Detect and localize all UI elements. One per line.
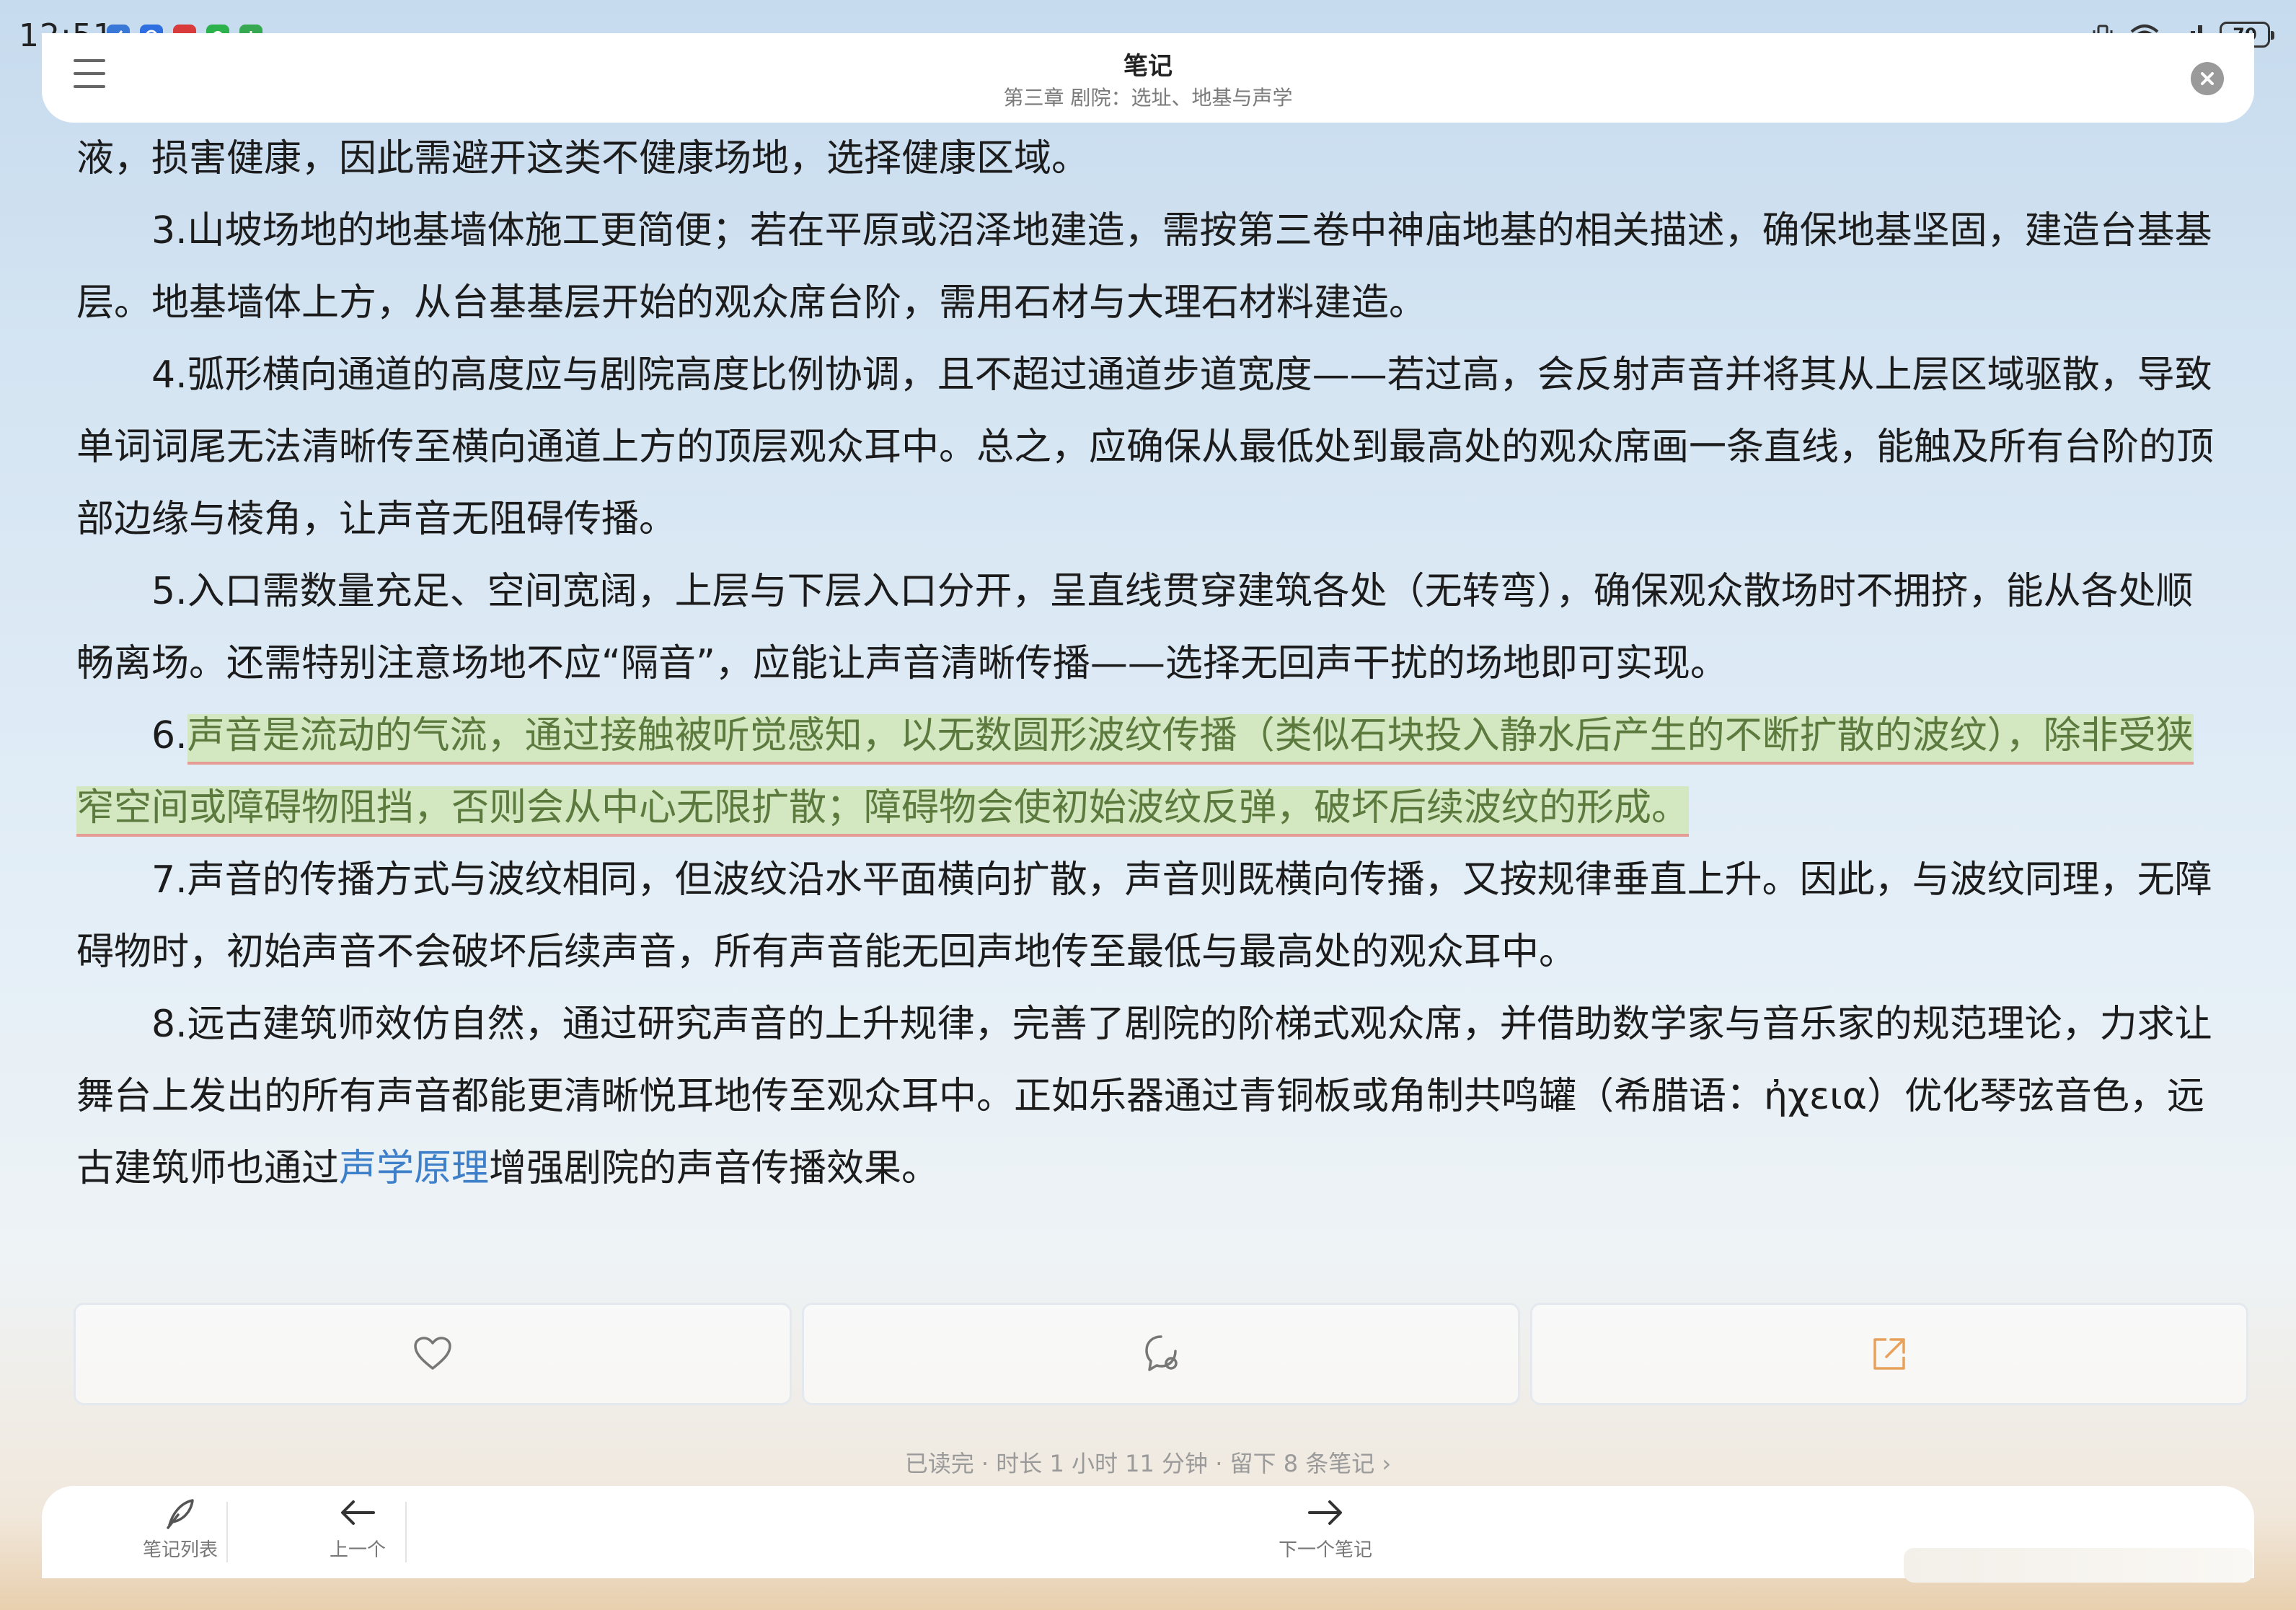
nav-next-note[interactable]: 下一个笔记 — [1253, 1495, 1398, 1562]
reading-summary-link[interactable]: 已读完 · 时长 1 小时 11 分钟 · 留下 8 条笔记 › — [0, 1446, 2296, 1479]
arrow-right-icon — [1308, 1500, 1342, 1525]
nav-label: 上一个 — [329, 1539, 386, 1561]
note-content: 液，损害健康，因此需避开这类不健康场地，选择健康区域。 3.山坡场地的地基墙体施… — [76, 123, 2228, 1205]
note-header: 笔记 第三章 剧院：选址、地基与声学 — [42, 33, 2254, 123]
home-indicator[interactable] — [1904, 1548, 2253, 1583]
nav-divider — [405, 1502, 407, 1562]
note-actions — [74, 1303, 2248, 1405]
nav-notes-list[interactable]: 笔记列表 — [108, 1495, 252, 1562]
share-icon — [1873, 1338, 1905, 1370]
comment-icon — [1145, 1335, 1178, 1371]
paragraph-highlighted: 6.声音是流动的气流，通过接触被听觉感知，以无数圆形波纹传播（类似石块投入静水后… — [76, 700, 2228, 844]
paragraph-number: 6. — [151, 714, 187, 757]
paragraph: 5.入口需数量充足、空间宽阔，上层与下层入口分开，呈直线贯穿建筑各处（无转弯），… — [76, 570, 2194, 685]
close-icon — [2201, 72, 2214, 85]
acoustics-link[interactable]: 声学原理 — [339, 1147, 489, 1190]
paragraph: 3.山坡场地的地基墙体施工更简便；若在平原或沼泽地建造，需按第三卷中神庙地基的相… — [76, 209, 2212, 325]
close-button[interactable] — [2191, 62, 2224, 95]
paragraph-text: 增强剧院的声音传播效果。 — [489, 1147, 940, 1190]
chapter-subtitle: 第三章 剧院：选址、地基与声学 — [1003, 86, 1293, 110]
heart-icon — [414, 1337, 451, 1370]
paragraph: 7.声音的传播方式与波纹相同，但波纹沿水平面横向扩散，声音则既横向传播，又按规律… — [76, 858, 2212, 974]
highlighted-note-text[interactable]: 声音是流动的气流，通过接触被听觉感知，以无数圆形波纹传播（类似石块投入静水后产生… — [76, 714, 2194, 837]
like-button[interactable] — [74, 1303, 792, 1405]
paragraph: 4.弧形横向通道的高度应与剧院高度比例协调，且不超过通道步道宽度——若过高，会反… — [76, 353, 2215, 541]
nav-previous[interactable]: 上一个 — [286, 1495, 430, 1562]
nav-label: 下一个笔记 — [1278, 1539, 1372, 1561]
paragraph: 8.远古建筑师效仿自然，通过研究声音的上升规律，完善了剧院的阶梯式观众席，并借助… — [76, 988, 2228, 1205]
paragraph: 液，损害健康，因此需避开这类不健康场地，选择健康区域。 — [76, 137, 1090, 180]
feather-pen-icon — [167, 1499, 194, 1529]
share-button[interactable] — [1530, 1303, 2248, 1405]
arrow-left-icon — [341, 1500, 375, 1525]
page-title: 笔记 — [1123, 52, 1173, 81]
nav-label: 笔记列表 — [142, 1539, 218, 1561]
nav-divider — [226, 1502, 228, 1562]
comment-button[interactable] — [802, 1303, 1520, 1405]
